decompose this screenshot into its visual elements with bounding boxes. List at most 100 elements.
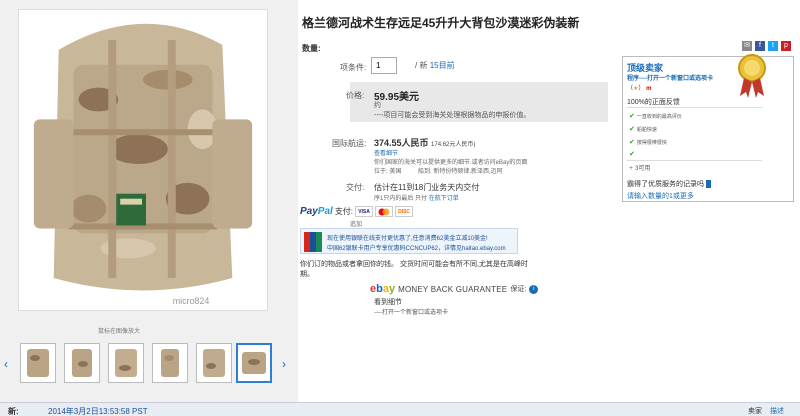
shipping-details-link: 查看细节 (374, 148, 398, 157)
thumbnail-1[interactable] (20, 343, 56, 383)
ebay-logo: ebay (370, 283, 395, 295)
quantity-section-label: 数量: (302, 44, 321, 53)
thumbnail-6[interactable] (236, 343, 272, 383)
paypal-logo-pay: Pay (300, 206, 318, 217)
check-icon: ✔ (629, 139, 635, 146)
seller-score-close: ） (638, 86, 645, 92)
seller-item-2: ✔ 船舶快速 (629, 125, 657, 133)
seller-available: +3可用 (629, 163, 650, 172)
delivery-order-link[interactable]: 在航下订单 (429, 196, 459, 202)
seller-item-3: ✔ 按得很棒很快 (629, 138, 667, 146)
check-icon: ✔ (629, 151, 635, 158)
money-back-guarantee: ebay MONEY BACK GUARANTEE 保证: i (370, 283, 539, 295)
facebook-icon[interactable]: f (755, 41, 765, 51)
pinterest-icon[interactable]: p (781, 41, 791, 51)
guarantee-word: 保证: (510, 286, 527, 293)
backpack-image: micro824 (19, 10, 267, 310)
info-icon[interactable]: i (529, 284, 539, 294)
shipping-location: 位于: 美国 (374, 169, 402, 175)
shipping-approx: 174.62元人民币) (431, 142, 476, 148)
payment-label: 支付: (334, 207, 354, 216)
divider (627, 107, 762, 108)
seller-tab[interactable]: 卖家 (748, 406, 762, 416)
twitter-icon[interactable]: t (768, 41, 778, 51)
listing-page: micro824 鼠标在图像放大 ‹ › 格兰德河战术生存远足45升升大背包沙漠… (0, 0, 800, 416)
seller-follow-text: 霸得了优质服务的记录吗 (627, 181, 704, 188)
email-icon[interactable]: ✉ (742, 41, 752, 51)
shipping-destinations: 船到: 新特份特顿律,新泽西,迈阿 (418, 169, 503, 175)
check-icon: ✔ (629, 126, 635, 133)
watermark: micro824 (173, 296, 210, 306)
quantity-input[interactable] (371, 57, 397, 74)
seller-follow: 霸得了优质服务的记录吗 (627, 179, 711, 189)
image-gallery: micro824 鼠标在图像放大 ‹ › (0, 0, 298, 416)
main-product-image[interactable]: micro824 (18, 9, 268, 311)
unionpay-line2: 中国62银联卡用户专享优惠码CCNCUP62，详情见haitao.ebay.co… (327, 246, 506, 252)
guarantee-text: MONEY BACK GUARANTEE (398, 284, 508, 294)
card-mastercard-icon (375, 206, 394, 217)
me-icon[interactable]: m (646, 86, 651, 92)
price-customs-note: ----项目可能会受到海关处理根据物品的申报价值。 (374, 112, 531, 119)
product-title: 格兰德河战术生存远足45升升大背包沙漠迷彩伪装新 (302, 16, 580, 30)
card-visa-icon: VISA (355, 206, 374, 217)
plus-icon: + (629, 165, 634, 172)
unionpay-line1: 现在使用银联在线支付更优惠了,任意消费62美金立减10美金! (327, 236, 488, 242)
quantity-available: / 新 15目前 (415, 60, 455, 71)
paypal-logo-pal: Pal (317, 206, 333, 217)
delivery-note: 你们订的物品或者拿回你的钱。 交货时间可能会有所不同,尤其是在高峰时期。 (300, 261, 528, 278)
card-visa-label: VISA (358, 208, 370, 215)
seller-item-4: ✔ (629, 150, 637, 158)
top-seller-medal-icon (738, 54, 766, 98)
delivery-sub-prefix: 序1只内的最后 只付 (374, 196, 428, 202)
card-discover-icon: DISC (395, 206, 414, 217)
paypal-logo: PayPal (300, 206, 333, 217)
seller-program-link-text: 程序----打开一个新窗口或选项卡 (627, 76, 713, 82)
thumbnail-strip: ‹ › (4, 339, 294, 387)
quantity-available-link[interactable]: 15目前 (430, 61, 455, 70)
seller-count: 3可用 (635, 166, 651, 172)
listing-details: 格兰德河战术生存远足45升升大背包沙漠迷彩伪装新 数量: ✉ f t p 项条件… (298, 0, 800, 416)
seller-item-2-text: 船舶快速 (636, 127, 657, 133)
ebay-logo-y: y (388, 283, 396, 295)
quantity-available-prefix: / 新 (415, 61, 428, 70)
unionpay-banner[interactable]: 现在使用银联在线支付更优惠了,任意消费62美金立减10美金! 中国62银联卡用户… (300, 228, 518, 254)
seller-item-3-text: 按得很棒很快 (636, 140, 667, 146)
seller-item-1: ✔ 一直收到的最高评价 (629, 112, 682, 120)
bookmark-icon[interactable] (706, 180, 711, 189)
description-tab[interactable]: 描述 (770, 406, 784, 416)
price-label: 价格: (346, 91, 365, 100)
delivery-sub: 序1只内的最后 只付 在航下订单 (374, 193, 459, 202)
check-icon: ✔ (629, 113, 635, 120)
seller-program-link[interactable]: 程序----打开一个新窗口或选项卡 (627, 73, 713, 82)
thumbnail-5[interactable] (196, 343, 232, 383)
seller-feedback-pct: 100%的正面反馈 (627, 99, 680, 106)
payment-more[interactable]: 追加 (350, 219, 362, 228)
bottom-bar: 新: 2014年3月2日13:53:58 PST 卖家 描述 (0, 402, 800, 416)
chevron-left-icon[interactable]: ‹ (4, 357, 8, 371)
payment-row: PayPal 支付: VISA DISC (300, 206, 414, 217)
shipping-amount: 374.55人民币 (374, 138, 429, 148)
price-approx: 约 (374, 102, 381, 109)
delivery-label: 交付: (346, 183, 365, 192)
seller-item-1-text: 一直收到的最高评价 (636, 114, 682, 120)
guarantee-see-details[interactable]: 看到细节 (374, 297, 402, 307)
shipping-customs-info: 你们国家的海关可以提供更多的细节.或者访问eBay的页面 (374, 160, 528, 166)
divider (627, 160, 762, 161)
share-icons: ✉ f t p (742, 41, 791, 51)
unionpay-logo-icon (304, 232, 322, 252)
seller-score: （★） m (627, 83, 651, 92)
chevron-right-icon[interactable]: › (282, 357, 286, 371)
quantity-label: 项条件: (340, 63, 367, 72)
guarantee-new-window: ----打开一个新窗口或选项卡 (374, 310, 448, 316)
thumbnail-2[interactable] (64, 343, 100, 383)
thumbnail-4[interactable] (152, 343, 188, 383)
enter-quantity-link[interactable]: 请输入数量的1或更多 (627, 191, 694, 201)
card-discover-label: DISC (398, 208, 411, 215)
shipping-label: 国际航运: (332, 139, 367, 148)
thumbnail-3[interactable] (108, 343, 144, 383)
ebay-logo-b: b (376, 283, 383, 295)
delivery-estimate: 估计在11到18门业务天内交付 (374, 183, 480, 192)
new-label: 新: (8, 407, 19, 416)
zoom-hint: 鼠标在图像放大 (98, 329, 141, 335)
listing-date: 2014年3月2日13:53:58 PST (48, 407, 148, 416)
